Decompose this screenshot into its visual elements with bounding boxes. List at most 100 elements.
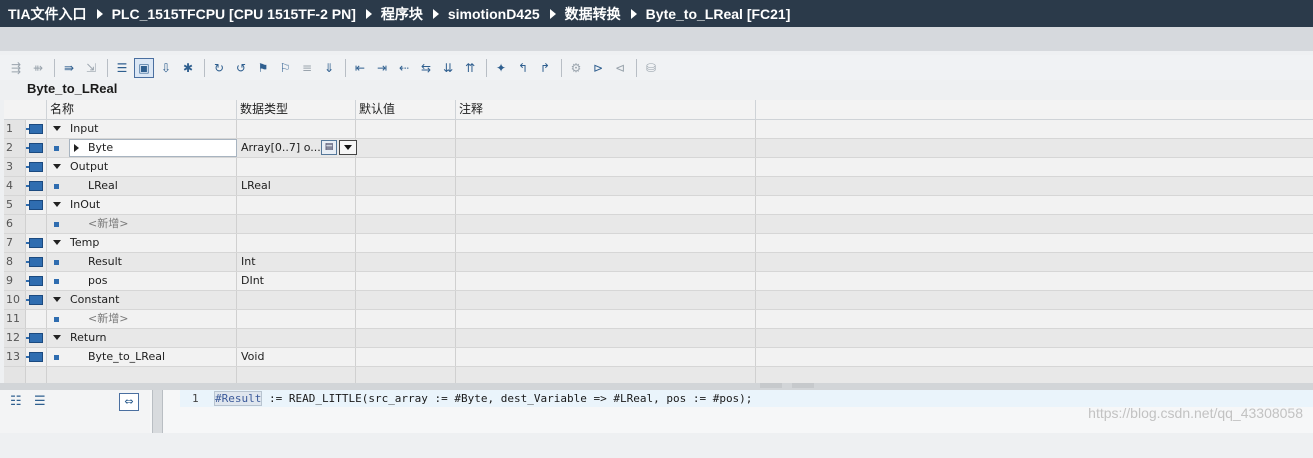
collapse-triangle-icon[interactable] bbox=[53, 335, 61, 340]
table-row[interactable]: 8 Result Int bbox=[4, 253, 1313, 272]
default-value-cell[interactable] bbox=[356, 253, 456, 271]
splitter-bar[interactable] bbox=[0, 383, 1313, 390]
table-row[interactable] bbox=[4, 367, 1313, 383]
breadcrumb-item[interactable]: TIA文件入口 bbox=[8, 4, 112, 24]
data-type-cell[interactable]: DInt bbox=[237, 272, 356, 290]
data-type-cell[interactable] bbox=[237, 215, 356, 233]
data-type-dropdown-button[interactable] bbox=[339, 140, 357, 155]
default-value-cell[interactable] bbox=[356, 329, 456, 347]
data-type-cell[interactable] bbox=[237, 234, 356, 252]
comment-cell[interactable] bbox=[456, 158, 756, 176]
data-type-cell[interactable] bbox=[237, 310, 356, 328]
name-cell[interactable]: <新增> bbox=[47, 215, 237, 233]
collapse-triangle-icon[interactable] bbox=[53, 126, 61, 131]
indent-increase-icon[interactable]: ⇥ bbox=[372, 58, 392, 78]
monitor-download-icon[interactable]: ⇩ bbox=[156, 58, 176, 78]
expand-triangle-icon[interactable] bbox=[74, 144, 79, 152]
open-block-icon[interactable]: ⇛ bbox=[59, 58, 79, 78]
indent-list-icon[interactable]: ☷ bbox=[10, 394, 28, 410]
table-row[interactable]: 1 Input bbox=[4, 120, 1313, 139]
previous-bookmark-icon[interactable]: ↰ bbox=[513, 58, 533, 78]
breadcrumb-item[interactable]: simotionD425 bbox=[448, 6, 565, 22]
align-icon[interactable]: ⇆ bbox=[416, 58, 436, 78]
breadcrumb-item[interactable]: 程序块 bbox=[381, 4, 448, 24]
monitor-on-icon[interactable]: ⊳ bbox=[588, 58, 608, 78]
default-value-cell[interactable] bbox=[356, 177, 456, 195]
default-value-cell[interactable] bbox=[356, 367, 456, 383]
breadcrumb-item[interactable]: Byte_to_LReal [FC21] bbox=[646, 6, 791, 22]
comment-cell[interactable] bbox=[456, 177, 756, 195]
comment-cell[interactable] bbox=[456, 310, 756, 328]
table-row[interactable]: 9 pos DInt bbox=[4, 272, 1313, 291]
name-cell[interactable]: Byte_to_LReal bbox=[47, 348, 237, 366]
breadcrumb-item[interactable]: 数据转换 bbox=[565, 4, 646, 24]
breakpoint-add-icon[interactable]: ↻ bbox=[209, 58, 229, 78]
collapse-triangle-icon[interactable] bbox=[53, 240, 61, 245]
data-type-cell[interactable] bbox=[237, 291, 356, 309]
collapse-down-icon[interactable] bbox=[792, 383, 814, 388]
comment-cell[interactable] bbox=[456, 234, 756, 252]
table-row[interactable]: 4 LReal LReal bbox=[4, 177, 1313, 196]
comment-cell[interactable] bbox=[456, 215, 756, 233]
name-cell[interactable]: <新增> bbox=[47, 310, 237, 328]
set-bookmark-icon[interactable]: ✦ bbox=[491, 58, 511, 78]
name-cell[interactable]: Result bbox=[47, 253, 237, 271]
table-row[interactable]: 5 InOut bbox=[4, 196, 1313, 215]
comment-cell[interactable] bbox=[456, 348, 756, 366]
compile-icon[interactable]: ⇓ bbox=[319, 58, 339, 78]
table-row[interactable]: 3 Output bbox=[4, 158, 1313, 177]
table-row[interactable]: 12 Return bbox=[4, 329, 1313, 348]
name-cell[interactable] bbox=[47, 367, 237, 383]
code-text[interactable]: #Result := READ_LITTLE(src_array := #Byt… bbox=[214, 390, 752, 407]
bookmark-next-icon[interactable]: ⚐ bbox=[275, 58, 295, 78]
table-row[interactable]: 6 <新增> bbox=[4, 215, 1313, 234]
column-header-data-type[interactable]: 数据类型 bbox=[237, 100, 356, 119]
comment-cell[interactable] bbox=[456, 329, 756, 347]
breakpoint-remove-icon[interactable]: ↺ bbox=[231, 58, 251, 78]
bookmark-icon[interactable]: ⚑ bbox=[253, 58, 273, 78]
database-icon[interactable]: ⛁ bbox=[641, 58, 661, 78]
comment-cell[interactable] bbox=[456, 120, 756, 138]
name-cell[interactable]: Output bbox=[47, 158, 237, 176]
comment-cell[interactable] bbox=[456, 196, 756, 214]
pane-splitter[interactable] bbox=[152, 390, 163, 433]
comment-cell[interactable] bbox=[456, 272, 756, 290]
data-type-cell[interactable]: Void bbox=[237, 348, 356, 366]
outdent-icon[interactable]: ⇠ bbox=[394, 58, 414, 78]
insert-network-icon[interactable]: ⇶ bbox=[6, 58, 26, 78]
table-row[interactable]: 7 Temp bbox=[4, 234, 1313, 253]
split-view-button[interactable]: ⇔ bbox=[119, 393, 139, 411]
delete-network-icon[interactable]: ⇻ bbox=[28, 58, 48, 78]
data-type-cell[interactable] bbox=[237, 329, 356, 347]
comment-cell[interactable] bbox=[456, 253, 756, 271]
data-type-cell[interactable] bbox=[237, 196, 356, 214]
default-value-cell[interactable] bbox=[356, 348, 456, 366]
name-cell[interactable]: LReal bbox=[47, 177, 237, 195]
collapse-icon[interactable]: ⇈ bbox=[460, 58, 480, 78]
name-cell[interactable]: Constant bbox=[47, 291, 237, 309]
comment-cell[interactable] bbox=[456, 291, 756, 309]
default-value-cell[interactable] bbox=[356, 139, 456, 157]
table-row[interactable]: 11 <新增> bbox=[4, 310, 1313, 329]
list-view-icon[interactable]: ☰ bbox=[112, 58, 132, 78]
name-cell[interactable]: InOut bbox=[47, 196, 237, 214]
data-type-cell[interactable]: Int bbox=[237, 253, 356, 271]
table-row[interactable]: 13 Byte_to_LReal Void bbox=[4, 348, 1313, 367]
collapse-triangle-icon[interactable] bbox=[53, 297, 61, 302]
name-cell[interactable]: Byte bbox=[47, 139, 237, 157]
column-header-comment[interactable]: 注释 bbox=[456, 100, 756, 119]
collapse-triangle-icon[interactable] bbox=[53, 202, 61, 207]
default-value-cell[interactable] bbox=[356, 196, 456, 214]
favorite-icon[interactable]: ✱ bbox=[178, 58, 198, 78]
array-edit-icon[interactable]: ▤ bbox=[321, 140, 337, 155]
next-bookmark-icon[interactable]: ↱ bbox=[535, 58, 555, 78]
monitor-off-icon[interactable]: ⊲ bbox=[610, 58, 630, 78]
name-cell[interactable]: pos bbox=[47, 272, 237, 290]
go-to-icon[interactable]: ⇲ bbox=[81, 58, 101, 78]
default-value-cell[interactable] bbox=[356, 234, 456, 252]
default-value-cell[interactable] bbox=[356, 215, 456, 233]
default-value-cell[interactable] bbox=[356, 120, 456, 138]
collapse-triangle-icon[interactable] bbox=[53, 164, 61, 169]
list-icon[interactable]: ☰ bbox=[34, 394, 52, 410]
default-value-cell[interactable] bbox=[356, 310, 456, 328]
